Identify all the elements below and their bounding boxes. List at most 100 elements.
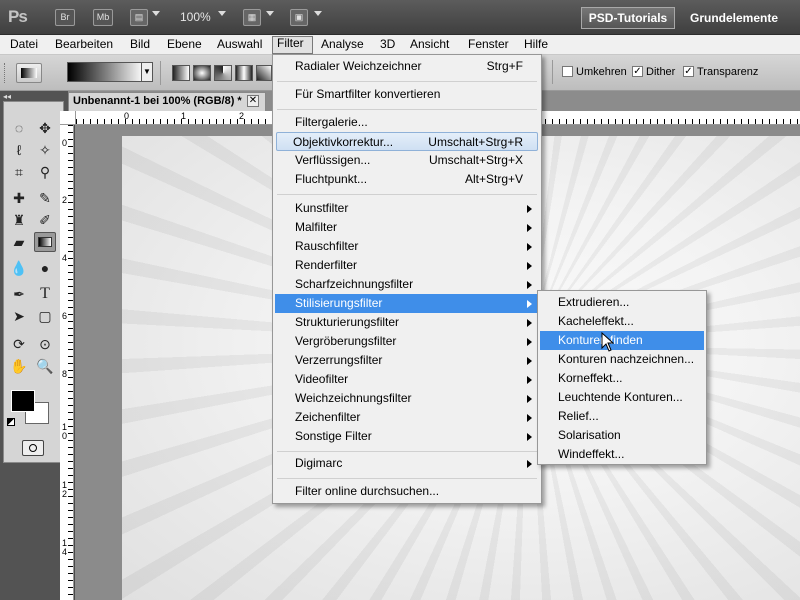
brush-tool-icon[interactable]: ✎ [34,188,56,208]
filter-menu: Radialer Weichzeichner Strg+F Für Smartfi… [272,54,542,504]
history-brush-tool-icon[interactable]: ✐ [34,210,56,230]
eraser-tool-icon[interactable]: ▰ [8,232,30,252]
diamond-gradient-icon[interactable] [256,65,272,81]
submenu-item-glowing-edges[interactable]: Leuchtende Konturen... [540,388,704,407]
gradient-picker[interactable] [67,62,145,82]
menu-item-stylize[interactable]: Stilisierungsfilter [275,294,539,313]
submenu-item-wind[interactable]: Windeffekt... [540,445,704,464]
menu-item-radial-blur[interactable]: Radialer Weichzeichner Strg+F [275,57,539,76]
menu-item-lens-correction[interactable]: Objektivkorrektur... Umschalt+Strg+R [276,132,538,151]
path-selection-tool-icon[interactable]: ➤ [8,306,30,326]
gradient-tool-preset-icon[interactable] [16,63,42,83]
menu-bearbeiten[interactable]: Bearbeiten [51,37,117,53]
menu-item-distort[interactable]: Verzerrungsfilter [275,351,539,370]
chevron-down-icon[interactable] [314,11,322,16]
angle-gradient-icon[interactable] [214,65,232,81]
menu-bild[interactable]: Bild [126,37,154,53]
eyedropper-tool-icon[interactable]: ⚲ [34,162,56,182]
menu-item-convert-smart-filter[interactable]: Für Smartfilter konvertieren [275,85,539,104]
menu-ansicht[interactable]: Ansicht [406,37,453,53]
chevron-down-icon[interactable]: ▼ [141,62,153,82]
menu-ebene[interactable]: Ebene [163,37,206,53]
reverse-checkbox[interactable] [562,66,573,77]
menu-item-digimarc[interactable]: Digimarc [275,454,539,473]
zoom-tool-icon[interactable]: 🔍 [34,356,56,376]
dither-checkbox[interactable]: ✓ [632,66,643,77]
menu-item-texture[interactable]: Strukturierungsfilter [275,313,539,332]
menu-fenster[interactable]: Fenster [464,37,513,53]
view-extras-icon[interactable]: ▤ [130,9,148,26]
submenu-item-trace-contour[interactable]: Konturen nachzeichnen... [540,350,704,369]
menu-analyse[interactable]: Analyse [317,37,368,53]
3d-orbit-tool-icon[interactable]: ⊙ [34,334,56,354]
submenu-item-emboss[interactable]: Relief... [540,407,704,426]
collapse-panel-icon[interactable]: ◂◂ [3,92,11,101]
move-tool-icon[interactable]: ✥ [34,118,56,138]
submenu-item-tiles[interactable]: Kacheleffekt... [540,312,704,331]
menu-item-vanishing-point[interactable]: Fluchtpunkt... Alt+Strg+V [275,170,539,189]
radial-gradient-icon[interactable] [193,65,211,81]
dither-label: Dither [646,66,676,78]
menu-item-sharpen[interactable]: Scharfzeichnungsfilter [275,275,539,294]
blur-tool-icon[interactable]: 💧 [8,258,30,278]
linear-gradient-icon[interactable] [172,65,190,81]
foreground-color-swatch[interactable] [11,390,35,412]
menu-auswahl[interactable]: Auswahl [213,37,266,53]
shape-tool-icon[interactable]: ▢ [34,306,56,326]
transparency-checkbox[interactable]: ✓ [683,66,694,77]
menu-item-render[interactable]: Renderfilter [275,256,539,275]
menu-item-noise[interactable]: Rauschfilter [275,237,539,256]
submenu-item-extrude[interactable]: Extrudieren... [540,293,704,312]
reflected-gradient-icon[interactable] [235,65,253,81]
menu-filter[interactable]: Filter [272,36,313,54]
menu-item-liquify[interactable]: Verflüssigen... Umschalt+Strg+X [275,151,539,170]
chevron-down-icon[interactable] [152,11,160,16]
arrange-documents-icon[interactable]: ▦ [243,9,261,26]
reverse-label: Umkehren [576,66,627,78]
magic-wand-tool-icon[interactable]: ✧ [34,140,56,160]
grip-handle[interactable] [4,63,7,83]
marquee-tool-icon[interactable]: ◌ [8,118,30,138]
crop-tool-icon[interactable]: ⌗ [8,162,30,182]
pen-tool-icon[interactable]: ✒ [8,284,30,304]
menu-item-artistic[interactable]: Kunstfilter [275,199,539,218]
bridge-button[interactable]: Br [55,9,75,26]
submenu-arrow-icon [527,224,532,232]
menu-item-browse-filters-online[interactable]: Filter online durchsuchen... [275,482,539,501]
menu-separator [277,194,537,195]
close-icon[interactable]: ✕ [247,95,259,107]
gradient-tool-icon[interactable] [34,232,56,252]
menu-item-brush-strokes[interactable]: Malfilter [275,218,539,237]
menu-3d[interactable]: 3D [376,37,399,53]
submenu-item-solarize[interactable]: Solarisation [540,426,704,445]
chevron-down-icon[interactable] [266,11,274,16]
submenu-item-diffuse[interactable]: Korneffekt... [540,369,704,388]
workspace-grundelemente-button[interactable]: Grundelemente [690,11,778,25]
zoom-level[interactable]: 100% [180,10,211,24]
healing-brush-tool-icon[interactable]: ✚ [8,188,30,208]
menu-item-sketch[interactable]: Zeichenfilter [275,408,539,427]
dodge-tool-icon[interactable]: ● [34,258,56,278]
hand-tool-icon[interactable]: ✋ [8,356,30,376]
default-colors-icon[interactable] [7,418,15,426]
menu-item-video[interactable]: Videofilter [275,370,539,389]
mini-bridge-button[interactable]: Mb [93,9,113,26]
clone-stamp-tool-icon[interactable]: ♜ [8,210,30,230]
workspace-psd-tutorials-button[interactable]: PSD-Tutorials [581,7,675,29]
quick-mask-icon[interactable] [22,440,44,456]
menu-item-blur[interactable]: Weichzeichnungsfilter [275,389,539,408]
chevron-down-icon[interactable] [218,11,226,16]
menu-item-pixelate[interactable]: Vergröberungsfilter [275,332,539,351]
screen-mode-icon[interactable]: ▣ [290,9,308,26]
lasso-tool-icon[interactable]: ℓ [8,140,30,160]
menu-hilfe[interactable]: Hilfe [520,37,552,53]
menu-datei[interactable]: Datei [6,37,42,53]
vertical-ruler[interactable]: 0 2 4 6 8 1 0 1 2 1 4 [60,125,74,600]
submenu-item-find-edges[interactable]: Konturen finden [540,331,704,350]
menu-item-other[interactable]: Sonstige Filter [275,427,539,446]
menu-item-filter-gallery[interactable]: Filtergalerie... [275,113,539,132]
ruler-label: 1 0 [62,422,68,441]
type-tool-icon[interactable]: T [34,284,56,304]
document-tab[interactable]: Unbenannt-1 bei 100% (RGB/8) * [68,92,266,111]
3d-rotate-tool-icon[interactable]: ⟳ [8,334,30,354]
